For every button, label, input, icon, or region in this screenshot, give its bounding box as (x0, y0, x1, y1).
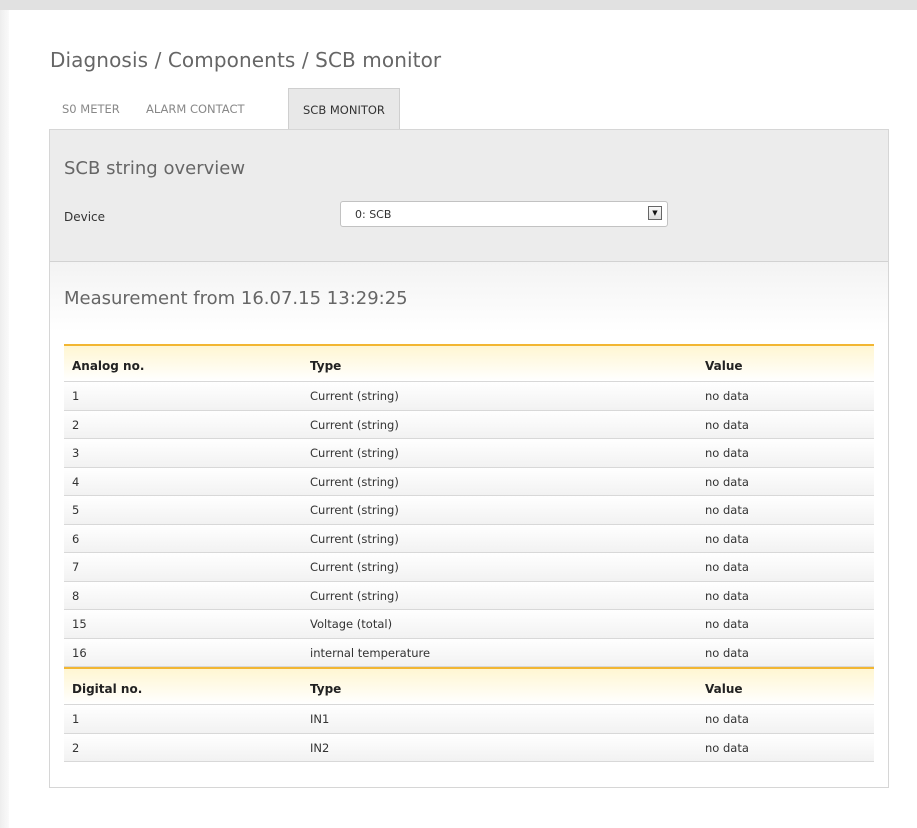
measurement-section: Measurement from 16.07.15 13:29:25 Analo… (50, 262, 888, 787)
row-number: 1 (72, 712, 80, 726)
row-type: Current (string) (310, 588, 399, 603)
row-type: IN1 (310, 712, 330, 726)
measurement-table: Analog no. Type Value 1 Current (string) n… (64, 344, 874, 762)
table-row: 1 IN1 no data (64, 705, 874, 734)
row-value: no data (705, 712, 749, 726)
row-type: Voltage (total) (310, 617, 393, 631)
column-header: Digital no. (72, 682, 143, 696)
row-number: 1 (72, 389, 80, 403)
row-number: 2 (72, 740, 80, 755)
row-type: Current (string) (310, 417, 399, 432)
row-value: no data (705, 531, 749, 546)
tab-alarm-contact[interactable]: ALARM CONTACT (146, 88, 245, 130)
table-row: 7 Current (string) no data (64, 553, 874, 582)
column-header: Value (705, 359, 743, 373)
row-type: Current (string) (310, 446, 399, 460)
overview-section: SCB string overview Device 0: SCB ▼ (50, 130, 888, 262)
row-value: no data (705, 740, 749, 755)
device-label: Device (64, 210, 106, 224)
chevron-down-icon[interactable]: ▼ (648, 206, 662, 220)
table-row: 8 Current (string) no data (64, 581, 874, 610)
row-number: 15 (72, 617, 87, 631)
section-title: SCB string overview (64, 158, 246, 179)
page-title: Diagnosis / Components / SCB monitor (50, 48, 442, 72)
row-type: Current (string) (310, 474, 399, 489)
row-number: 6 (72, 531, 80, 546)
row-value: no data (705, 474, 749, 489)
table-row: 4 Current (string) no data (64, 467, 874, 496)
row-number: 4 (72, 474, 80, 489)
row-value: no data (705, 446, 749, 460)
row-number: 7 (72, 560, 80, 574)
table-row: 5 Current (string) no data (64, 496, 874, 525)
row-number: 16 (72, 645, 87, 660)
table-row: 16 internal temperature no data (64, 638, 874, 667)
table-row: 2 IN2 no data (64, 733, 874, 762)
left-edge (0, 10, 9, 828)
digital-rows: 1 IN1 no data 2 IN2 no data (64, 705, 874, 762)
device-select[interactable]: 0: SCB ▼ (340, 201, 668, 227)
column-header: Value (705, 682, 743, 696)
column-header: Type (310, 682, 342, 696)
table-row: 15 Voltage (total) no data (64, 610, 874, 639)
row-type: internal temperature (310, 645, 431, 660)
row-number: 5 (72, 503, 80, 517)
digital-header-row: Digital no. Type Value (64, 667, 874, 705)
row-value: no data (705, 389, 749, 403)
row-number: 8 (72, 588, 80, 603)
device-select-value: 0: SCB (355, 208, 392, 221)
column-header: Type (310, 359, 342, 373)
row-number: 2 (72, 417, 80, 432)
row-value: no data (705, 617, 749, 631)
row-type: Current (string) (310, 531, 399, 546)
row-number: 3 (72, 446, 80, 460)
analog-header-row: Analog no. Type Value (64, 344, 874, 382)
table-row: 6 Current (string) no data (64, 524, 874, 553)
tab-scb-monitor[interactable]: SCB MONITOR (288, 88, 400, 130)
analog-rows: 1 Current (string) no data 2 Current (string… (64, 382, 874, 667)
row-value: no data (705, 417, 749, 432)
measurement-title: Measurement from 16.07.15 13:29:25 (64, 288, 408, 309)
row-type: Current (string) (310, 503, 399, 517)
row-value: no data (705, 503, 749, 517)
main-panel: SCB string overview Device 0: SCB ▼ Meas… (49, 129, 889, 788)
table-row: 3 Current (string) no data (64, 439, 874, 468)
row-value: no data (705, 560, 749, 574)
row-type: Current (string) (310, 389, 399, 403)
row-type: Current (string) (310, 560, 399, 574)
row-value: no data (705, 645, 749, 660)
column-header: Analog no. (72, 359, 145, 373)
table-row: 1 Current (string) no data (64, 382, 874, 411)
top-bar (0, 0, 917, 10)
tab-s0-meter[interactable]: S0 METER (62, 88, 120, 130)
row-type: IN2 (310, 740, 330, 755)
table-row: 2 Current (string) no data (64, 410, 874, 439)
row-value: no data (705, 588, 749, 603)
